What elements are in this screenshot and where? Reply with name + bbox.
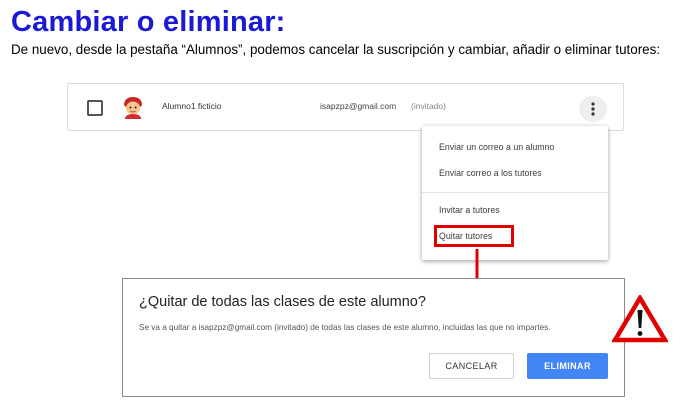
slide-title: Cambiar o eliminar: (11, 6, 286, 38)
student-email: isapzpz@gmail.com (320, 101, 397, 111)
cancel-button[interactable]: CANCELAR (429, 353, 514, 379)
student-avatar-icon (124, 97, 142, 119)
delete-button[interactable]: ELIMINAR (527, 353, 608, 379)
more-vertical-icon (591, 102, 595, 116)
student-name[interactable]: Alumno1 ficticio (162, 101, 222, 111)
student-checkbox[interactable] (87, 100, 103, 116)
slide-description: De nuevo, desde la pestaña “Alumnos”, po… (11, 42, 661, 57)
dialog-body: Se va a quitar a isapzpz@gmail.com (invi… (139, 323, 551, 332)
dialog-title: ¿Quitar de todas las clases de este alum… (139, 294, 426, 310)
menu-item-email-student[interactable]: Enviar un correo a un alumno (439, 142, 554, 152)
menu-divider (422, 192, 608, 193)
student-row[interactable]: Alumno1 ficticio isapzpz@gmail.com (invi… (67, 83, 624, 131)
warning-triangle-icon (612, 295, 668, 343)
highlight-box (434, 225, 514, 247)
student-status: (invitado) (411, 101, 446, 111)
menu-item-invite-guardians[interactable]: Invitar a tutores (439, 205, 500, 215)
remove-dialog: ¿Quitar de todas las clases de este alum… (122, 278, 625, 397)
menu-item-email-guardians[interactable]: Enviar correo a los tutores (439, 168, 542, 178)
more-options-button[interactable] (579, 96, 607, 122)
